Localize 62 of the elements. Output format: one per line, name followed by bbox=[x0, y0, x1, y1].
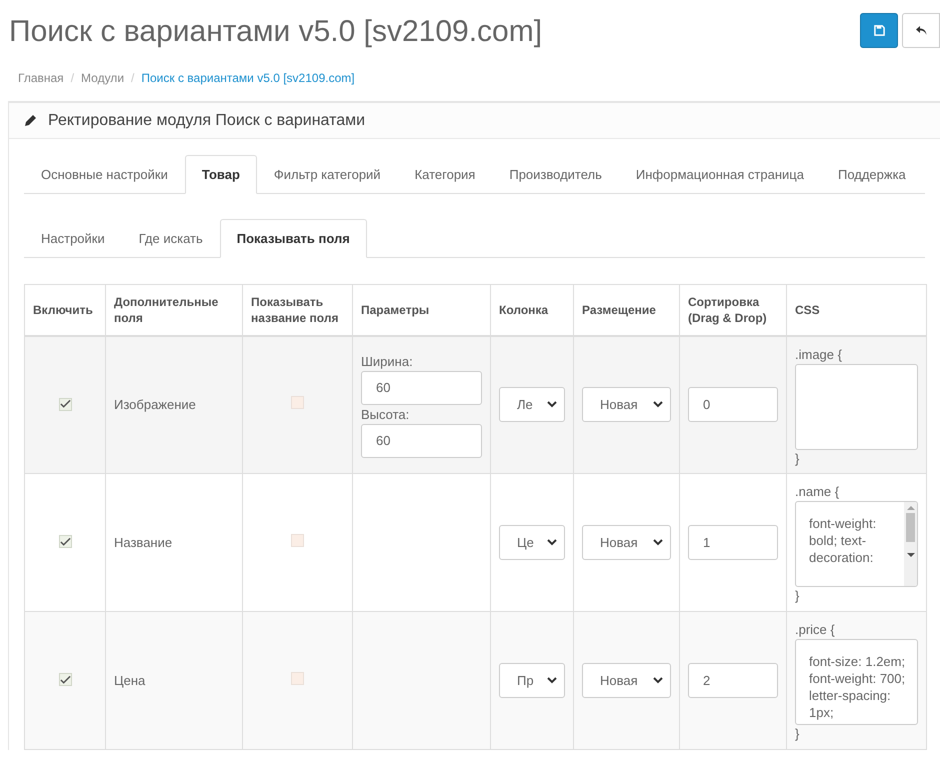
chevron-down-icon bbox=[653, 401, 663, 408]
css-closing-brace: } bbox=[795, 725, 800, 743]
select-field[interactable]: Пр bbox=[499, 663, 565, 698]
checkbox[interactable] bbox=[291, 534, 304, 547]
chevron-down-icon bbox=[653, 677, 663, 684]
sort-order-field[interactable]: 1 bbox=[688, 525, 778, 560]
chevron-down-icon bbox=[653, 539, 663, 546]
breadcrumb-link[interactable]: Модули bbox=[81, 69, 124, 87]
sort-order-field[interactable]: 0 bbox=[688, 387, 778, 422]
tab[interactable]: Товар bbox=[184, 155, 257, 194]
select-field[interactable]: Новая bbox=[582, 663, 671, 698]
undo-icon bbox=[914, 25, 928, 36]
breadcrumb-separator: / bbox=[130, 70, 136, 87]
panel-title: Ректирование модуля Поиск с варинатами bbox=[48, 110, 366, 130]
tab[interactable]: Основные настройки bbox=[24, 155, 185, 194]
field-name: Изображение bbox=[114, 397, 196, 412]
checkbox[interactable] bbox=[291, 396, 304, 409]
css-selector-label: .name { bbox=[795, 484, 840, 500]
save-button[interactable] bbox=[860, 13, 898, 48]
save-icon bbox=[874, 25, 884, 36]
tab[interactable]: Где искать bbox=[122, 219, 220, 258]
select-field[interactable]: Це bbox=[499, 525, 565, 560]
checkbox[interactable] bbox=[58, 535, 72, 548]
css-closing-brace: } bbox=[795, 587, 800, 605]
chevron-down-icon bbox=[547, 539, 557, 546]
breadcrumb-link[interactable]: Поиск с вариантами v5.0 [sv2109.com] bbox=[141, 69, 355, 87]
parameter-label: Ширина: bbox=[361, 352, 414, 371]
tab[interactable]: Фильтр категорий bbox=[256, 155, 398, 194]
tab[interactable]: Настройки bbox=[24, 219, 122, 258]
css-closing-brace: } bbox=[795, 450, 800, 468]
css-selector-label: .image { bbox=[795, 346, 843, 362]
tab[interactable]: Показывать поля bbox=[220, 219, 367, 258]
select-field[interactable]: Новая bbox=[582, 525, 671, 560]
breadcrumb-separator: / bbox=[70, 70, 76, 87]
page-title: Поиск с вариантами v5.0 [sv2109.com] bbox=[9, 14, 542, 50]
parameter-label: Высота: bbox=[361, 406, 410, 424]
chevron-down-icon bbox=[547, 677, 557, 684]
checkbox[interactable] bbox=[58, 398, 72, 410]
tab[interactable]: Производитель bbox=[492, 155, 619, 194]
css-code: font-weight: bold; text-decoration: bbox=[808, 515, 878, 566]
select-field[interactable]: Новая bbox=[582, 387, 671, 422]
select-field[interactable]: Ле bbox=[499, 387, 565, 422]
checkbox[interactable] bbox=[291, 672, 304, 685]
checkbox[interactable] bbox=[58, 673, 72, 686]
css-code: font-size: 1.2em; font-weight: 700; letter-spacing: 1px; bbox=[808, 653, 906, 721]
pencil-icon bbox=[24, 114, 37, 127]
back-button[interactable] bbox=[902, 13, 940, 48]
css-selector-label: .price { bbox=[795, 622, 836, 638]
input-field[interactable]: 60 bbox=[361, 424, 482, 458]
field-name: Цена bbox=[114, 672, 146, 688]
chevron-down-icon bbox=[547, 401, 557, 408]
sort-order-field[interactable]: 2 bbox=[688, 663, 778, 698]
css-textarea[interactable]: font-weight: bold; text-decoration: bbox=[795, 501, 918, 587]
scrollbar[interactable] bbox=[904, 502, 917, 586]
input-field[interactable]: 60 bbox=[361, 370, 482, 405]
tab[interactable]: Категория bbox=[398, 155, 492, 194]
css-textarea[interactable]: font-size: 1.2em; font-weight: 700; letter-spacing: 1px; bbox=[795, 639, 918, 725]
breadcrumb-link[interactable]: Главная bbox=[18, 69, 64, 87]
tab[interactable]: Поддержка bbox=[820, 155, 923, 194]
field-name: Название bbox=[114, 534, 172, 550]
tab[interactable]: Информационная страница bbox=[618, 155, 821, 194]
css-textarea[interactable] bbox=[795, 364, 918, 450]
